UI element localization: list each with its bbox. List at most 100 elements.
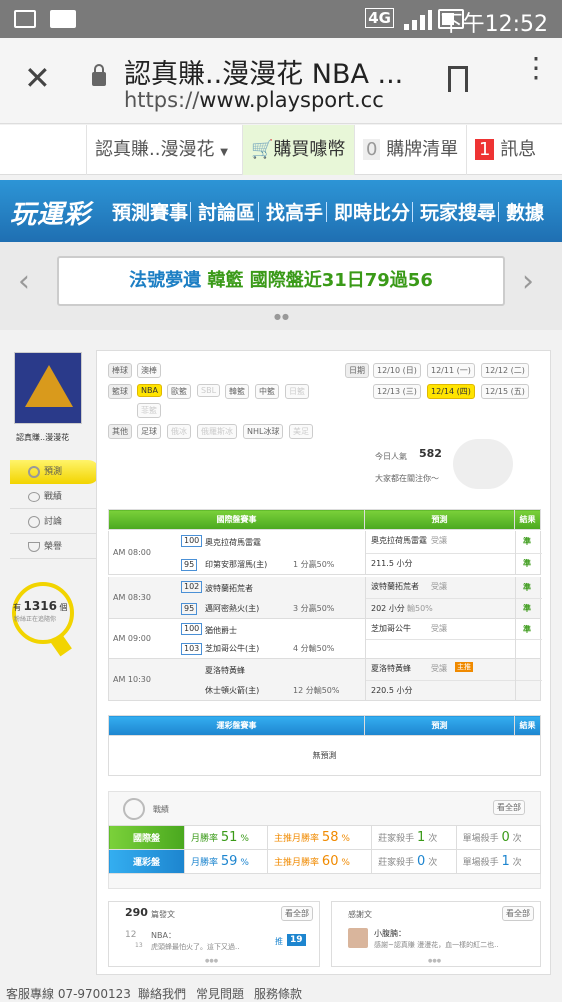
filter-chip[interactable]: SBL bbox=[197, 384, 221, 397]
side-menu-honor[interactable]: 榮譽 bbox=[10, 535, 100, 559]
nav-data[interactable]: 數據 bbox=[506, 198, 544, 225]
thanks-view-all[interactable]: 看全部 bbox=[502, 906, 534, 921]
col-header: 運彩盤賽事 bbox=[108, 715, 365, 736]
filter-chip[interactable]: 菲籃 bbox=[137, 403, 161, 418]
filter-chip-nba[interactable]: NBA bbox=[137, 384, 162, 397]
score-away: 103 bbox=[181, 643, 203, 655]
result-spread: 準 bbox=[523, 625, 531, 634]
url-host: www.playsport.cc bbox=[199, 88, 384, 112]
close-icon[interactable]: ✕ bbox=[24, 62, 51, 94]
filter-label-other: 其他 bbox=[108, 424, 132, 439]
side-menu-discuss[interactable]: 討論 bbox=[10, 510, 100, 534]
nav-experts[interactable]: 找高手 bbox=[266, 198, 323, 225]
url-bar[interactable]: https://www.playsport.cc bbox=[124, 88, 384, 112]
target-icon bbox=[28, 466, 40, 478]
over-under: 220.5 小分 bbox=[371, 686, 413, 695]
filter-chip[interactable]: 俄羅斯冰 bbox=[197, 424, 237, 439]
banner-league: 韓籃 bbox=[207, 270, 244, 291]
score-home: 100 bbox=[181, 623, 203, 635]
stat-value: 0 bbox=[501, 830, 510, 845]
banner-message[interactable]: 法號夢遺 韓籃 國際盤近31日79過56 bbox=[57, 256, 505, 306]
footer-link[interactable]: 常見問題 bbox=[196, 985, 244, 1002]
side-menu-label: 討論 bbox=[44, 517, 63, 527]
banner-record: 國際盤近31日79過56 bbox=[249, 270, 433, 291]
side-menu-label: 榮譽 bbox=[44, 542, 63, 552]
stat-unit: % bbox=[240, 858, 249, 868]
nav-live-scores[interactable]: 即時比分 bbox=[334, 198, 410, 225]
pick-tag: 受讓 bbox=[431, 624, 447, 633]
filter-chip[interactable]: 日籃 bbox=[285, 384, 309, 399]
bookmark-icon[interactable] bbox=[448, 66, 468, 92]
buy-coins-button[interactable]: 🛒購買噱幣 bbox=[242, 125, 354, 175]
team-home: 邁阿密熱火(主) bbox=[205, 604, 260, 613]
posts-count: 290 bbox=[125, 906, 148, 919]
thanks-snippet[interactable]: 感謝~認真賺 漫漫花，血一樣的紅二也.. bbox=[374, 940, 534, 950]
stat-value: 0 bbox=[417, 854, 426, 869]
pick-tag: 受讓 bbox=[431, 536, 447, 545]
filter-chip[interactable]: 澳棒 bbox=[137, 363, 161, 378]
nav-player-search[interactable]: 玩家搜尋 bbox=[420, 198, 496, 225]
signal-bars-icon bbox=[404, 10, 432, 30]
record-title: 戰績 bbox=[153, 805, 169, 814]
filter-chip[interactable]: 俄冰 bbox=[167, 424, 191, 439]
stat-label: 單場殺手 bbox=[462, 834, 499, 844]
date-chip[interactable]: 12/10 (日) bbox=[373, 363, 421, 378]
chevron-left-icon[interactable]: ‹ bbox=[18, 264, 30, 299]
featured-badge: 主推 bbox=[455, 662, 473, 672]
site-logo[interactable]: 玩運彩 bbox=[10, 194, 91, 231]
date-chip[interactable]: 12/13 (三) bbox=[373, 384, 421, 399]
filter-chip[interactable]: 中籃 bbox=[255, 384, 279, 399]
posts-view-all[interactable]: 看全部 bbox=[281, 906, 313, 921]
date-chip[interactable]: 12/15 (五) bbox=[481, 384, 529, 399]
user-menu[interactable]: 認真賺..漫漫花 ▼ bbox=[86, 125, 242, 175]
empty-message: 無預測 bbox=[108, 735, 541, 776]
date-chip-selected[interactable]: 12/14 (四) bbox=[427, 384, 475, 399]
footer-link[interactable]: 服務條款 bbox=[254, 985, 302, 1002]
image-icon bbox=[50, 10, 76, 28]
side-menu-record[interactable]: 戰績 bbox=[10, 485, 100, 509]
stat-label: 主推月勝率 bbox=[274, 834, 320, 844]
record-stats-table: 國際盤 月勝率 51 % 主推月勝率 58 % 莊家殺手 1 次 單場殺手 0 … bbox=[108, 825, 542, 874]
team-away: 奧克拉荷馬雷霆 bbox=[205, 538, 261, 547]
buy-label: 購買噱幣 bbox=[273, 139, 346, 160]
popularity-label: 今日人氣 bbox=[375, 452, 407, 461]
stat-unit: 次 bbox=[428, 834, 438, 844]
post-snippet[interactable]: 虎頭蜂最怕火了。這下又過.. bbox=[151, 942, 239, 952]
page-title: 認真賺..漫漫花 NBA ... bbox=[124, 59, 404, 90]
profile-sidebar: 認真賺..漫漫花 預測 戰績 討論 榮譽 有 1316 個 粉絲正在追隨你 bbox=[10, 350, 100, 970]
col-divider bbox=[515, 659, 516, 700]
filter-chip[interactable]: 韓籃 bbox=[225, 384, 249, 399]
nav-forum[interactable]: 討論區 bbox=[198, 198, 255, 225]
record-view-all[interactable]: 看全部 bbox=[493, 800, 525, 815]
pyramid-icon bbox=[25, 365, 73, 407]
thanks-box: 感謝文 看全部 小腹腩： 感謝~認真賺 漫漫花，血一樣的紅二也.. ●●● bbox=[331, 901, 541, 967]
filter-chip[interactable]: NHL冰球 bbox=[243, 424, 284, 439]
purchase-list-button[interactable]: 0 購牌清單 bbox=[354, 125, 466, 175]
team-away: 夏洛特黃蜂 bbox=[205, 666, 245, 675]
game-row: AM 09:00 100 103 猶他爵士 芝加哥公牛(主) 4 分輸50% 芝加哥公牛 受讓… bbox=[108, 619, 542, 659]
date-chip[interactable]: 12/12 (二) bbox=[481, 363, 529, 378]
footer-link[interactable]: 聯絡我們 bbox=[138, 985, 186, 1002]
fans-count: 1316 bbox=[23, 599, 57, 613]
messages-button[interactable]: 1 訊息 bbox=[466, 125, 562, 175]
over-under: 211.5 小分 bbox=[371, 559, 413, 568]
chevron-right-icon[interactable]: › bbox=[522, 264, 534, 299]
game-time: AM 08:30 bbox=[113, 593, 151, 602]
game-time: AM 08:00 bbox=[113, 548, 151, 557]
pick-team: 芝加哥公牛 bbox=[371, 624, 411, 633]
game-time: AM 10:30 bbox=[113, 675, 151, 684]
side-menu-predict[interactable]: 預測 bbox=[10, 460, 100, 484]
filter-chip[interactable]: 美足 bbox=[289, 424, 313, 439]
push-label: 推 bbox=[275, 937, 283, 946]
pick-team: 波特蘭拓荒者 bbox=[371, 582, 419, 591]
nav-predict[interactable]: 預測賽事 bbox=[112, 198, 188, 225]
nav-divider bbox=[498, 202, 499, 222]
filter-chip[interactable]: 足球 bbox=[137, 424, 161, 439]
avatar[interactable] bbox=[14, 352, 82, 424]
fans-suffix: 個 bbox=[59, 603, 68, 612]
filter-chip[interactable]: 歐籃 bbox=[167, 384, 191, 399]
score-home: 102 bbox=[181, 581, 203, 593]
spread-line: 4 分輸50% bbox=[293, 644, 335, 653]
date-chip[interactable]: 12/11 (一) bbox=[427, 363, 475, 378]
more-menu-icon[interactable]: ⋮ bbox=[522, 54, 550, 82]
